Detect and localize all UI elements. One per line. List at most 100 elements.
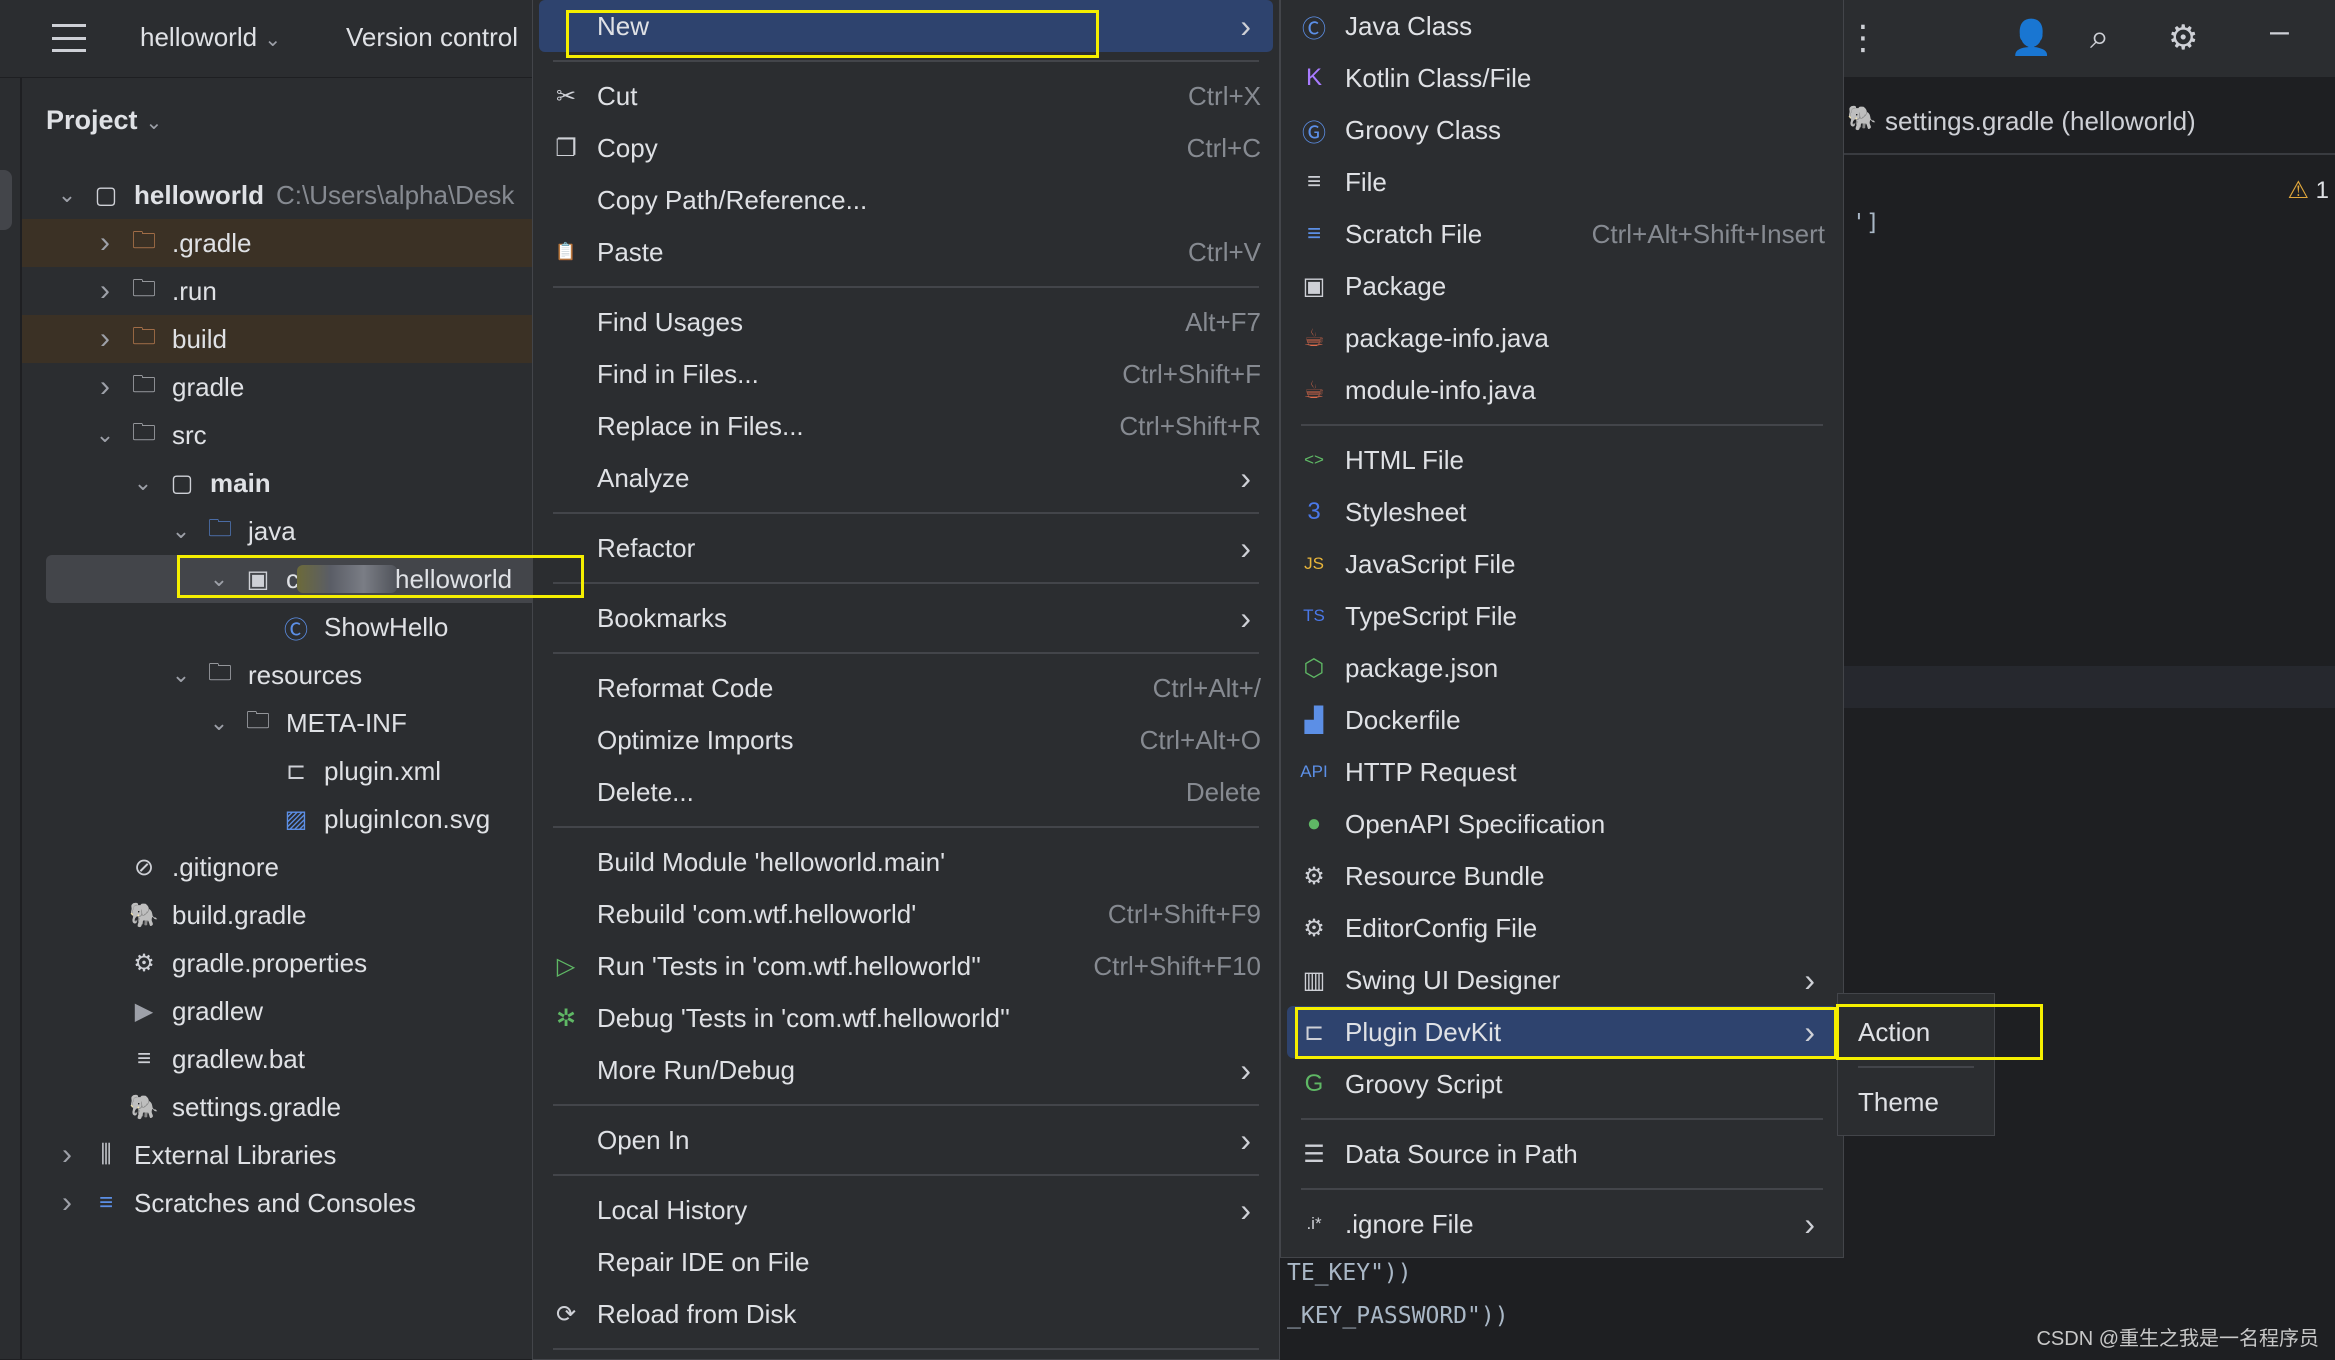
menu-item-typescript-file[interactable]: TS TypeScript File [1287,590,1837,642]
chevron-right-icon[interactable]: › [86,370,124,404]
tree-item-showhello[interactable]: Ⓒ ShowHello [22,603,532,651]
chevron-down-icon[interactable]: ⌄ [86,422,124,448]
tree-item-java[interactable]: ⌄ 🗀 java [22,507,532,555]
menu-item-find-usages[interactable]: Find Usages Alt+F7 [539,296,1273,348]
project-tool-button[interactable] [0,170,12,230]
vcs-menu[interactable]: Version control [346,22,532,53]
chevron-down-icon[interactable]: ⌄ [162,518,200,544]
menu-item-find-in-files[interactable]: Find in Files... Ctrl+Shift+F [539,348,1273,400]
menu-item-copy-path-reference[interactable]: Copy Path/Reference... [539,174,1273,226]
tree-item-pluginicon-svg[interactable]: ▨ pluginIcon.svg [22,795,532,843]
tree-item-meta-inf[interactable]: ⌄ 🗀 META-INF [22,699,532,747]
menu-item-openapi-specification[interactable]: ● OpenAPI Specification [1287,798,1837,850]
menu-item-analyze[interactable]: Analyze › [539,452,1273,504]
editor-tab[interactable]: 🐘 settings.gradle (helloworld) [1843,78,2335,155]
menu-item-groovy-script[interactable]: G Groovy Script [1287,1058,1837,1110]
menu-item-java-class[interactable]: Ⓒ Java Class [1287,0,1837,52]
add-user-icon[interactable]: 👤 [2010,18,2052,58]
menu-item-ignore-file[interactable]: .i* .ignore File › [1287,1198,1837,1250]
chevron-down-icon[interactable]: ⌄ [124,470,162,496]
search-icon[interactable]: ⌕ [2090,18,2109,57]
menu-item-html-file[interactable]: <> HTML File [1287,434,1837,486]
tree-item-src[interactable]: ⌄ 🗀 src [22,411,532,459]
tree-item-helloworld[interactable]: ⌄ ▣ c helloworld [46,555,532,603]
menu-item-local-history[interactable]: Local History › [539,1184,1273,1236]
menu-item-debug-tests-in-com-wtf-helloworld[interactable]: ✲ Debug 'Tests in 'com.wtf.helloworld'' [539,992,1273,1044]
tree-item-resources[interactable]: ⌄ 🗀 resources [22,651,532,699]
chevron-right-icon[interactable]: › [86,226,124,260]
menu-item-bookmarks[interactable]: Bookmarks › [539,592,1273,644]
chevron-down-icon[interactable]: ⌄ [200,566,238,592]
tree-item-gradlew[interactable]: ▶ gradlew [22,987,532,1035]
new-submenu: Ⓒ Java Class K Kotlin Class/File Ⓖ Groovy Cla… [1280,0,1844,1258]
tree-item--gradle[interactable]: › 🗀 .gradle [22,219,532,267]
settings-icon[interactable]: ⚙ [2168,18,2198,58]
menu-item-javascript-file[interactable]: JS JavaScript File [1287,538,1837,590]
menu-item-package-json[interactable]: ⬡ package.json [1287,642,1837,694]
chevron-down-icon[interactable]: ⌄ [200,710,238,736]
project-switcher[interactable]: helloworld ⌄ [140,22,281,53]
menu-item-data-source-in-path[interactable]: ☰ Data Source in Path [1287,1128,1837,1180]
chevron-down-icon[interactable]: ⌄ [162,662,200,688]
menu-item-package[interactable]: ▣ Package [1287,260,1837,312]
warnings-indicator[interactable]: ⚠ 1 [2287,176,2329,205]
menu-item-cut[interactable]: ✂ Cut Ctrl+X [539,70,1273,122]
menu-item-file[interactable]: ≡ File [1287,156,1837,208]
tree-item-build[interactable]: › 🗀 build [22,315,532,363]
tree-item-gradlew-bat[interactable]: ≡ gradlew.bat [22,1035,532,1083]
menu-item-open-in[interactable]: Open In › [539,1114,1273,1166]
menu-item-optimize-imports[interactable]: Optimize Imports Ctrl+Alt+O [539,714,1273,766]
menu-item-resource-bundle[interactable]: ⚙ Resource Bundle [1287,850,1837,902]
menu-item-rebuild-com-wtf-helloworld[interactable]: Rebuild 'com.wtf.helloworld' Ctrl+Shift+F… [539,888,1273,940]
chevron-right-icon[interactable]: › [48,1186,86,1220]
tree-item-external-libraries[interactable]: › ⫼ External Libraries [22,1131,532,1179]
tree-item-gradle[interactable]: › 🗀 gradle [22,363,532,411]
tree-item-gradle-properties[interactable]: ⚙ gradle.properties [22,939,532,987]
minimize-icon[interactable]: – [2270,12,2289,51]
menu-item-theme[interactable]: Theme [1844,1076,1988,1128]
chevron-right-icon[interactable]: › [86,274,124,308]
menu-item-delete[interactable]: Delete... Delete [539,766,1273,818]
menu-item-replace-in-files[interactable]: Replace in Files... Ctrl+Shift+R [539,400,1273,452]
menu-item-groovy-class[interactable]: Ⓖ Groovy Class [1287,104,1837,156]
menu-item-refactor[interactable]: Refactor › [539,522,1273,574]
tree-item-settings-gradle[interactable]: 🐘 settings.gradle [22,1083,532,1131]
menu-item-dockerfile[interactable]: ▟ Dockerfile [1287,694,1837,746]
menu-item-reload-from-disk[interactable]: ⟳ Reload from Disk [539,1288,1273,1340]
tree-item-helloworld[interactable]: ⌄ ▢ helloworld C:\Users\alpha\Desk [22,171,532,219]
menu-item-swing-ui-designer[interactable]: ▥ Swing UI Designer › [1287,954,1837,1006]
menu-item-action[interactable]: Action [1844,1006,1988,1058]
menu-item-copy[interactable]: ❐ Copy Ctrl+C [539,122,1273,174]
chevron-right-icon[interactable]: › [86,322,124,356]
menu-item-label: New [597,10,650,41]
menu-item-kotlin-class-file[interactable]: K Kotlin Class/File [1287,52,1837,104]
menu-item-label: File [1345,166,1387,197]
main-menu-icon[interactable] [52,24,86,52]
tree-item-main[interactable]: ⌄ ▢ main [22,459,532,507]
menu-item-more-run-debug[interactable]: More Run/Debug › [539,1044,1273,1096]
menu-item-new[interactable]: New › [539,0,1273,52]
menu-item-run-tests-in-com-wtf-helloworld[interactable]: ▷ Run 'Tests in 'com.wtf.helloworld'' Ctrl… [539,940,1273,992]
menu-item-build-module-helloworld-main[interactable]: Build Module 'helloworld.main' [539,836,1273,888]
chevron-down-icon[interactable]: ⌄ [48,182,86,208]
menu-item-paste[interactable]: 📋 Paste Ctrl+V [539,226,1273,278]
tree-item--gitignore[interactable]: ⊘ .gitignore [22,843,532,891]
menu-item-repair-ide-on-file[interactable]: Repair IDE on File [539,1236,1273,1288]
menu-item-module-info-java[interactable]: ☕ module-info.java [1287,364,1837,416]
tree-item-scratches-and-consoles[interactable]: › ≡ Scratches and Consoles [22,1179,532,1227]
menu-item-plugin-devkit[interactable]: ⊏ Plugin DevKit › [1287,1006,1837,1058]
menu-item-http-request[interactable]: API HTTP Request [1287,746,1837,798]
menu-item-stylesheet[interactable]: 3 Stylesheet [1287,486,1837,538]
tree-item--run[interactable]: › 🗀 .run [22,267,532,315]
more-icon[interactable]: ⋮ [1846,18,1880,58]
project-panel-title[interactable]: Project ⌄ [46,105,162,136]
docker-icon: ▟ [1304,706,1324,734]
menu-item-editorconfig-file[interactable]: ⚙ EditorConfig File [1287,902,1837,954]
menu-item-label: package.json [1345,652,1499,683]
menu-item-reformat-code[interactable]: Reformat Code Ctrl+Alt+/ [539,662,1273,714]
tree-item-build-gradle[interactable]: 🐘 build.gradle [22,891,532,939]
tree-item-plugin-xml[interactable]: ⊏ plugin.xml [22,747,532,795]
menu-item-scratch-file[interactable]: ≡ Scratch File Ctrl+Alt+Shift+Insert [1287,208,1837,260]
chevron-right-icon[interactable]: › [48,1138,86,1172]
menu-item-package-info-java[interactable]: ☕ package-info.java [1287,312,1837,364]
